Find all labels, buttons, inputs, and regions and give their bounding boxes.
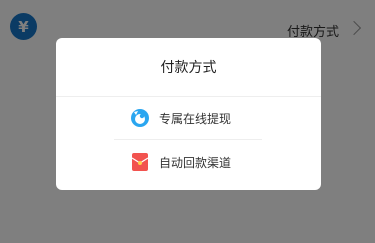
red-envelope-icon — [130, 152, 150, 172]
option-auto-refund[interactable]: 自动回款渠道 — [56, 140, 321, 184]
option-label: 自动回款渠道 — [159, 156, 232, 170]
blue-bird-icon — [130, 108, 150, 128]
option-online-withdraw[interactable]: 专属在线提现 — [56, 96, 321, 140]
payment-method-dialog: 付款方式 专属在线提现 自动回款渠道 — [56, 38, 321, 190]
option-label: 专属在线提现 — [159, 112, 232, 126]
dialog-title: 付款方式 — [160, 60, 217, 76]
